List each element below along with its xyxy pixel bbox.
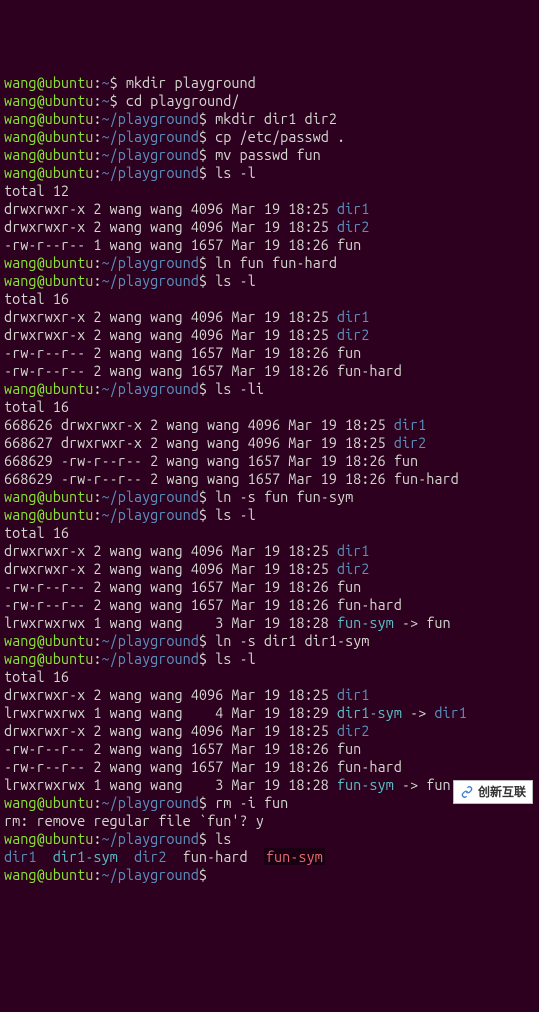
prompt-path: ~/playground — [101, 506, 198, 523]
broken-symlink-name: fun-sym — [264, 848, 325, 865]
prompt-path: ~/playground — [101, 488, 198, 505]
prompt-user: wang@ubuntu — [4, 272, 93, 289]
dir-name: dir2 — [337, 326, 369, 343]
prompt-path: ~/playground — [101, 794, 198, 811]
prompt-path: ~/playground — [101, 128, 198, 145]
prompt-path: ~/playground — [101, 146, 198, 163]
prompt-user: wang@ubuntu — [4, 650, 93, 667]
symlink-name: fun-sym — [337, 776, 394, 793]
dir-name: dir1 — [394, 416, 426, 433]
prompt-user: wang@ubuntu — [4, 488, 93, 505]
dir-name: dir2 — [337, 722, 369, 739]
dir-name: dir1 — [337, 308, 369, 325]
prompt-path: ~/playground — [101, 272, 198, 289]
prompt-user: wang@ubuntu — [4, 128, 93, 145]
prompt-user: wang@ubuntu — [4, 380, 93, 397]
symlink-name: dir1-sym — [337, 704, 402, 721]
dir-name: dir2 — [337, 560, 369, 577]
prompt-user: wang@ubuntu — [4, 164, 93, 181]
dir-name: dir1 — [434, 704, 466, 721]
watermark-text: 创新互联 — [478, 783, 526, 801]
prompt-user: wang@ubuntu — [4, 830, 93, 847]
prompt-user: wang@ubuntu — [4, 254, 93, 271]
prompt-path: ~/playground — [101, 110, 198, 127]
prompt-path: ~/playground — [101, 866, 198, 883]
prompt-user: wang@ubuntu — [4, 110, 93, 127]
dir-name: dir1 — [337, 542, 369, 559]
watermark-logo: 创新互联 — [453, 780, 533, 804]
prompt-path: ~/playground — [101, 164, 198, 181]
prompt-path: ~/playground — [101, 380, 198, 397]
dir-name: dir2 — [394, 434, 426, 451]
dir-name: dir2 — [337, 218, 369, 235]
symlink-name: dir1-sym — [53, 848, 118, 865]
prompt-user: wang@ubuntu — [4, 146, 93, 163]
dir-name: dir1 — [337, 200, 369, 217]
terminal-output[interactable]: wang@ubuntu:~$ mkdir playground wang@ubu… — [4, 74, 535, 884]
prompt-path: ~/playground — [101, 632, 198, 649]
prompt-path: ~ — [101, 74, 109, 91]
prompt-user: wang@ubuntu — [4, 794, 93, 811]
symlink-name: fun-sym — [337, 614, 394, 631]
prompt-user: wang@ubuntu — [4, 632, 93, 649]
dir-name: dir1 — [337, 686, 369, 703]
prompt-path: ~ — [101, 92, 109, 109]
prompt-user: wang@ubuntu — [4, 866, 93, 883]
prompt-user: wang@ubuntu — [4, 506, 93, 523]
prompt-user: wang@ubuntu — [4, 92, 93, 109]
prompt-path: ~/playground — [101, 650, 198, 667]
prompt-path: ~/playground — [101, 830, 198, 847]
dir-name: dir2 — [134, 848, 166, 865]
link-icon — [460, 785, 474, 799]
prompt-user: wang@ubuntu — [4, 74, 93, 91]
prompt-path: ~/playground — [101, 254, 198, 271]
dir-name: dir1 — [4, 848, 36, 865]
